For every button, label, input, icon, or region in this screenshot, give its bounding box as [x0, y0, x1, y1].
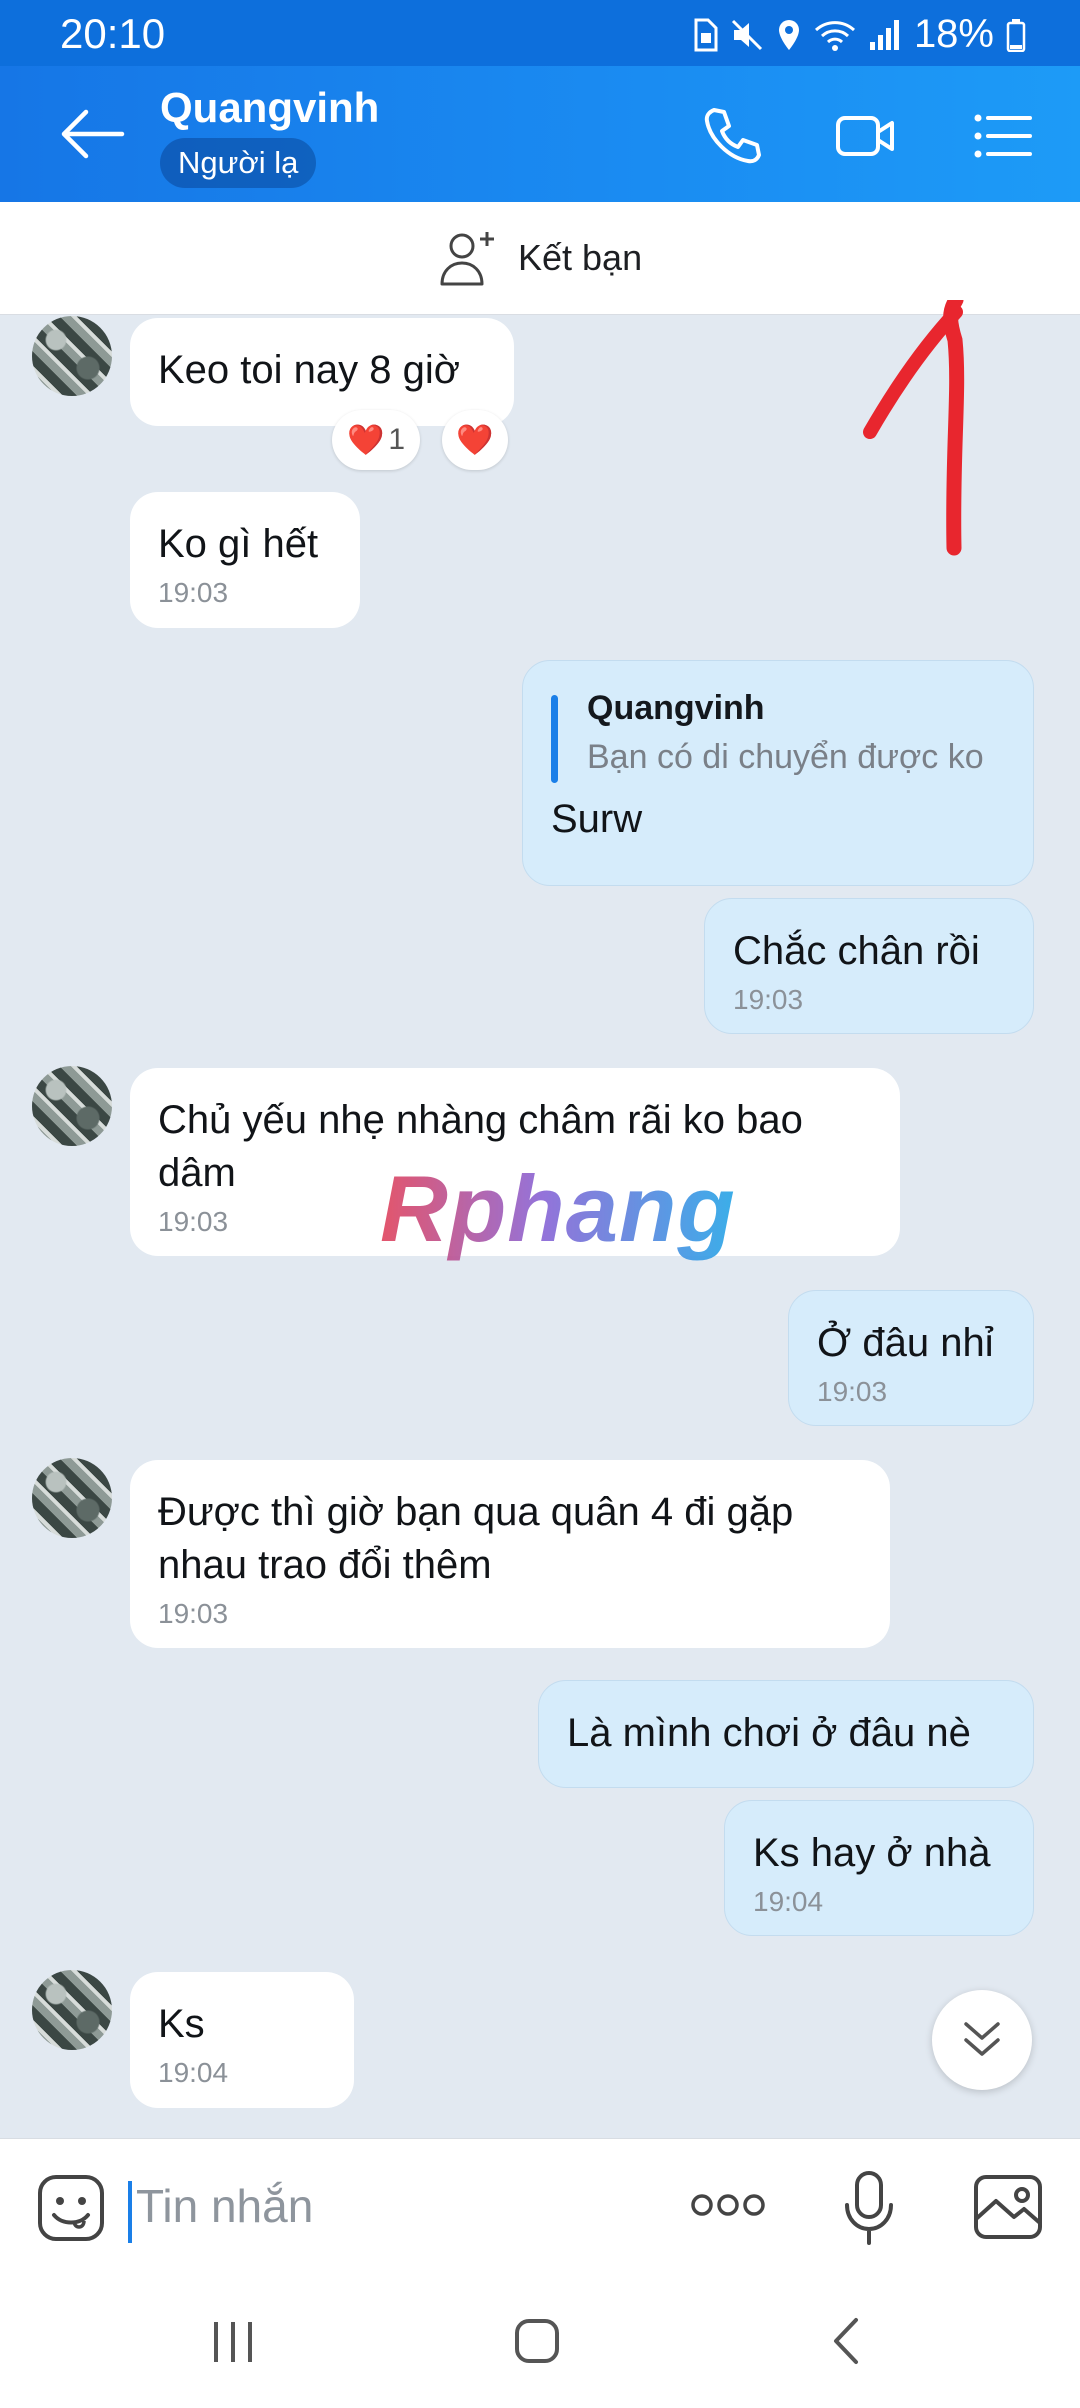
message-text: Chắc chân rồi	[733, 929, 980, 973]
message-time: 19:03	[158, 577, 229, 608]
signal-icon	[869, 19, 899, 50]
quoted-sender: Quangvinh	[587, 689, 765, 727]
message-input[interactable]: Tin nhắn	[136, 2179, 313, 2233]
double-chevron-down-icon	[964, 2022, 1000, 2056]
menu-list-icon[interactable]	[970, 104, 1034, 168]
add-friend-button[interactable]: Kết bạn	[438, 228, 642, 288]
message-text: Ở đâu nhỉ	[817, 1321, 994, 1365]
message-text: Ks hay ở nhà	[753, 1831, 991, 1875]
heart-icon: ❤️	[456, 423, 494, 457]
message-text: Ks	[158, 2002, 205, 2046]
reaction-count[interactable]: ❤️ 1	[332, 410, 420, 470]
more-options-icon[interactable]	[690, 2185, 766, 2225]
message-bubble-incoming[interactable]: Ko gì hết 19:03	[130, 492, 360, 628]
chat-header: Quangvinh Người lạ	[0, 66, 1080, 202]
avatar[interactable]	[32, 1970, 112, 2050]
message-composer: Tin nhắn	[0, 2138, 1080, 2277]
status-bar: 20:10 18%	[0, 0, 1080, 66]
add-friend-label: Kết bạn	[518, 237, 643, 278]
quoted-text: Bạn có di chuyển được ko	[587, 738, 984, 776]
message-time: 19:03	[817, 1376, 888, 1407]
message-text: Surw	[551, 797, 643, 841]
message-time: 19:03	[158, 1598, 229, 1629]
heart-reaction-button[interactable]: ❤️	[442, 410, 508, 470]
quoted-message[interactable]: Quangvinh Bạn có di chuyển được ko	[551, 689, 1005, 783]
add-friend-bar[interactable]: Kết bạn	[0, 202, 1080, 315]
message-text: Là mình chơi ở đâu nè	[567, 1711, 971, 1755]
message-bubble-outgoing[interactable]: Chắc chân rồi 19:03	[704, 898, 1034, 1034]
microphone-icon[interactable]	[842, 2169, 896, 2249]
avatar[interactable]	[32, 316, 112, 396]
reaction-count-value: 1	[388, 423, 406, 456]
avatar[interactable]	[32, 1458, 112, 1538]
battery-icon	[1006, 18, 1026, 52]
message-text: Ko gì hết	[158, 522, 319, 566]
home-icon[interactable]	[512, 2316, 562, 2366]
status-icons: 18%	[692, 12, 1026, 57]
message-time: 19:03	[733, 984, 804, 1015]
text-cursor	[128, 2181, 132, 2243]
stranger-badge: Người lạ	[160, 138, 317, 188]
recent-apps-icon[interactable]	[208, 2316, 258, 2366]
message-time: 19:04	[158, 2057, 229, 2088]
system-nav-bar	[0, 2276, 1080, 2408]
message-text: Được thì giờ bạn qua quân 4 đi gặp nhau …	[158, 1490, 794, 1587]
status-time: 20:10	[60, 10, 166, 57]
sim-icon	[694, 18, 718, 51]
message-bubble-incoming[interactable]: Ks 19:04	[130, 1972, 354, 2108]
message-bubble-outgoing[interactable]: Ks hay ở nhà 19:04	[724, 1800, 1034, 1936]
location-icon	[778, 19, 799, 50]
message-bubble-outgoing[interactable]: Quangvinh Bạn có di chuyển được ko Surw	[522, 660, 1034, 886]
message-text: Keo toi nay 8 giờ	[158, 348, 460, 392]
message-bubble-outgoing[interactable]: Ở đâu nhỉ 19:03	[788, 1290, 1034, 1426]
phone-call-icon[interactable]	[700, 104, 764, 168]
battery-percent: 18%	[913, 12, 994, 56]
wifi-icon	[814, 20, 855, 51]
image-gallery-icon[interactable]	[972, 2171, 1044, 2243]
add-user-icon	[440, 232, 494, 286]
back-arrow-icon[interactable]	[58, 106, 128, 162]
message-time: 19:04	[753, 1886, 824, 1917]
watermark: Rphang	[380, 1156, 736, 1261]
mute-icon	[731, 19, 762, 50]
video-call-icon[interactable]	[834, 104, 898, 168]
message-bubble-outgoing[interactable]: Là mình chơi ở đâu nè	[538, 1680, 1034, 1788]
avatar[interactable]	[32, 1066, 112, 1146]
message-bubble-incoming[interactable]: Keo toi nay 8 giờ	[130, 318, 514, 426]
message-bubble-incoming[interactable]: Được thì giờ bạn qua quân 4 đi gặp nhau …	[130, 1460, 890, 1648]
annotation-arrow	[863, 300, 965, 556]
heart-icon: ❤️	[346, 423, 385, 457]
scroll-to-bottom-button[interactable]	[932, 1990, 1032, 2090]
contact-name[interactable]: Quangvinh	[160, 84, 379, 132]
back-nav-icon[interactable]	[822, 2316, 872, 2366]
emoji-sticker-icon[interactable]	[36, 2173, 106, 2243]
